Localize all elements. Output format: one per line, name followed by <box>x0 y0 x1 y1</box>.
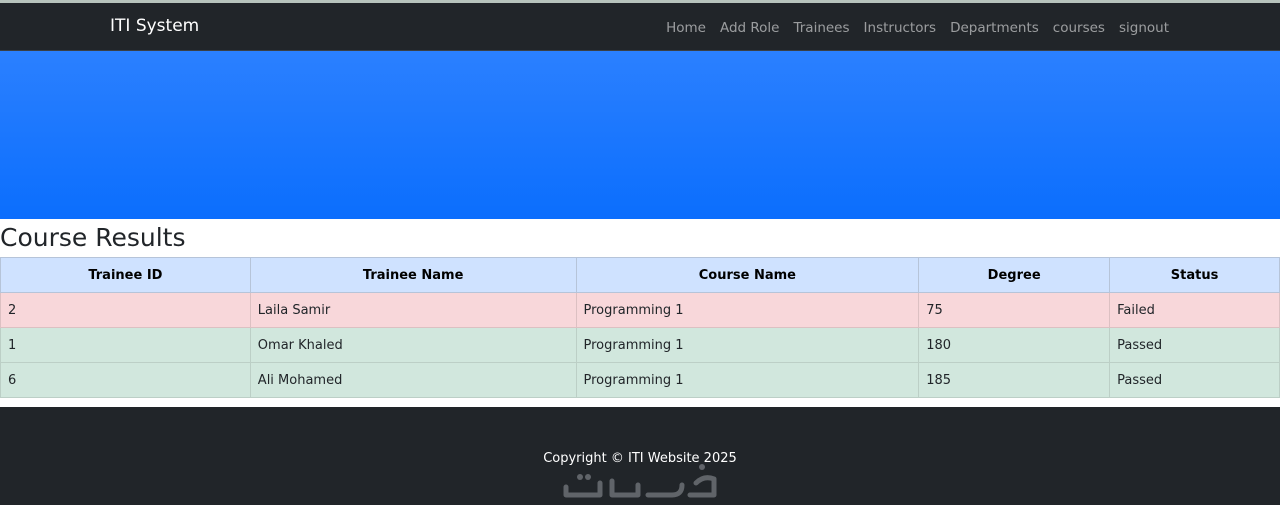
cell-status: Passed <box>1109 327 1280 363</box>
nav-link-signout[interactable]: signout <box>1119 20 1169 36</box>
cell-degree: 75 <box>918 292 1111 328</box>
navbar: ITI System Home Add Role Trainees Instru… <box>0 3 1280 51</box>
nav-link-trainees[interactable]: Trainees <box>793 20 849 36</box>
cell-status: Failed <box>1109 292 1280 328</box>
nav-link-add-role[interactable]: Add Role <box>720 20 780 36</box>
cell-trainee-name: Ali Mohamed <box>249 362 577 398</box>
cell-course-name: Programming 1 <box>575 292 920 328</box>
nav-item-instructors: Instructors <box>864 17 937 36</box>
cell-course-name: Programming 1 <box>575 362 920 398</box>
nav-item-courses: courses <box>1053 17 1105 36</box>
header-course-name: Course Name <box>575 257 920 293</box>
cell-trainee-name: Laila Samir <box>249 292 577 328</box>
hero-banner <box>0 51 1280 219</box>
copyright-text: Copyright © ITI Website 2025 <box>543 451 737 466</box>
cell-trainee-id: 6 <box>0 362 251 398</box>
cell-degree: 185 <box>918 362 1111 398</box>
nav-link-departments[interactable]: Departments <box>950 20 1039 36</box>
nav-link-home[interactable]: Home <box>666 20 706 36</box>
nav-item-trainees: Trainees <box>793 17 849 36</box>
cell-status: Passed <box>1109 362 1280 398</box>
nav-item-departments: Departments <box>950 17 1039 36</box>
footer: Copyright © ITI Website 2025 <box>0 407 1280 505</box>
header-degree: Degree <box>918 257 1111 293</box>
nav-link-instructors[interactable]: Instructors <box>864 20 937 36</box>
nav-item-signout: signout <box>1119 17 1169 36</box>
header-trainee-name: Trainee Name <box>249 257 577 293</box>
header-trainee-id: Trainee ID <box>0 257 251 293</box>
table-header-row: Trainee ID Trainee Name Course Name Degr… <box>0 257 1280 293</box>
page-title: Course Results <box>0 223 186 252</box>
brand-link[interactable]: ITI System <box>110 3 199 50</box>
cell-degree: 180 <box>918 327 1111 363</box>
cell-course-name: Programming 1 <box>575 327 920 363</box>
results-table: Trainee ID Trainee Name Course Name Degr… <box>0 257 1280 398</box>
table-row: 1 Omar Khaled Programming 1 180 Passed <box>0 327 1280 363</box>
table-row: 6 Ali Mohamed Programming 1 185 Passed <box>0 362 1280 398</box>
nav-item-add-role: Add Role <box>720 17 780 36</box>
header-status: Status <box>1109 257 1280 293</box>
cell-trainee-name: Omar Khaled <box>249 327 577 363</box>
nav-links: Home Add Role Trainees Instructors Depar… <box>666 3 1169 50</box>
table-row: 2 Laila Samir Programming 1 75 Failed <box>0 292 1280 328</box>
cell-trainee-id: 1 <box>0 327 251 363</box>
cell-trainee-id: 2 <box>0 292 251 328</box>
nav-item-home: Home <box>666 17 706 36</box>
nav-link-courses[interactable]: courses <box>1053 20 1105 36</box>
